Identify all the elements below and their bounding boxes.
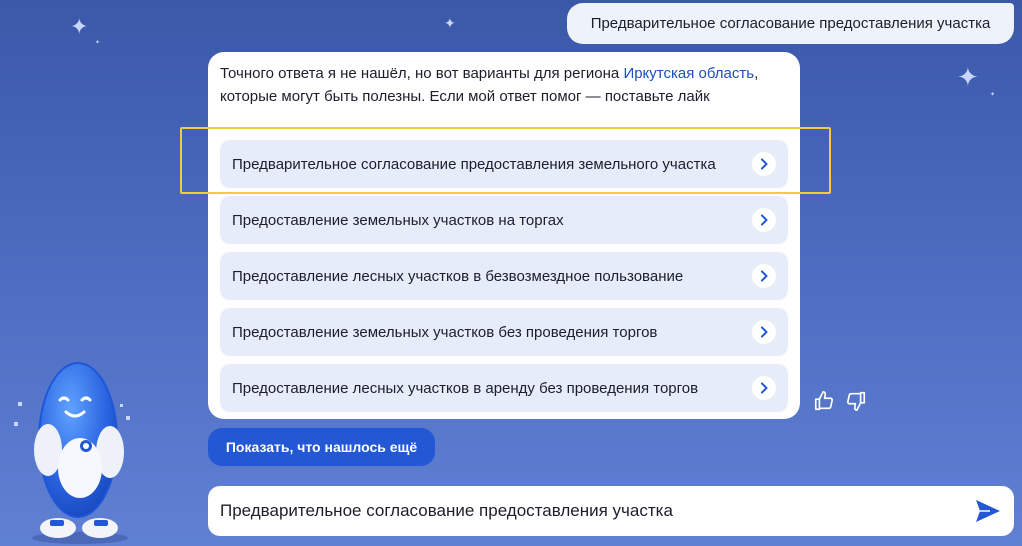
bot-reply-text: Точного ответа я не нашёл, но вот вариан… [220,62,788,108]
bot-reply-text-part: Точного ответа я не нашёл, но вот вариан… [220,65,624,82]
option-button[interactable]: Предоставление лесных участков в безвозм… [220,252,788,300]
user-message-text: Предварительное согласование предоставле… [590,15,991,32]
option-label: Предварительное согласование предоставле… [232,155,716,173]
sparkle-icon: ✦ [95,40,101,46]
chevron-right-icon [752,208,776,232]
sparkle-icon: ✦ [444,15,456,31]
show-more-label: Показать, что нашлось ещё [225,439,418,455]
sparkle-icon: ✦ [957,62,979,92]
send-icon[interactable] [974,498,1002,524]
option-button[interactable]: Предоставление лесных участков в аренду … [220,364,788,412]
message-input[interactable]: Предварительное согласование предоставле… [208,486,1014,536]
chevron-right-icon [752,264,776,288]
thumbs-down-icon[interactable] [845,390,867,412]
option-label: Предоставление земельных участков без пр… [232,323,658,341]
option-label: Предоставление лесных участков в безвозм… [232,267,684,285]
robot-mascot [10,360,140,546]
sparkle-icon: ✦ [990,92,996,98]
option-button[interactable]: Предоставление земельных участков на тор… [220,196,788,244]
show-more-button[interactable]: Показать, что нашлось ещё [208,428,435,466]
option-label: Предоставление лесных участков в аренду … [232,379,699,397]
chevron-right-icon [752,320,776,344]
feedback-buttons [813,390,867,412]
chevron-right-icon [752,152,776,176]
option-button[interactable]: Предварительное согласование предоставле… [220,140,788,188]
region-link[interactable]: Иркутская область [623,65,754,82]
thumbs-up-icon[interactable] [813,390,835,412]
message-input-value: Предварительное согласование предоставле… [220,501,673,520]
bot-reply-card: Точного ответа я не нашёл, но вот вариан… [208,52,800,419]
user-message: Предварительное согласование предоставле… [567,3,1014,44]
option-label: Предоставление земельных участков на тор… [232,211,564,229]
chevron-right-icon [752,376,776,400]
sparkle-icon: ✦ [70,14,89,39]
option-button[interactable]: Предоставление земельных участков без пр… [220,308,788,356]
